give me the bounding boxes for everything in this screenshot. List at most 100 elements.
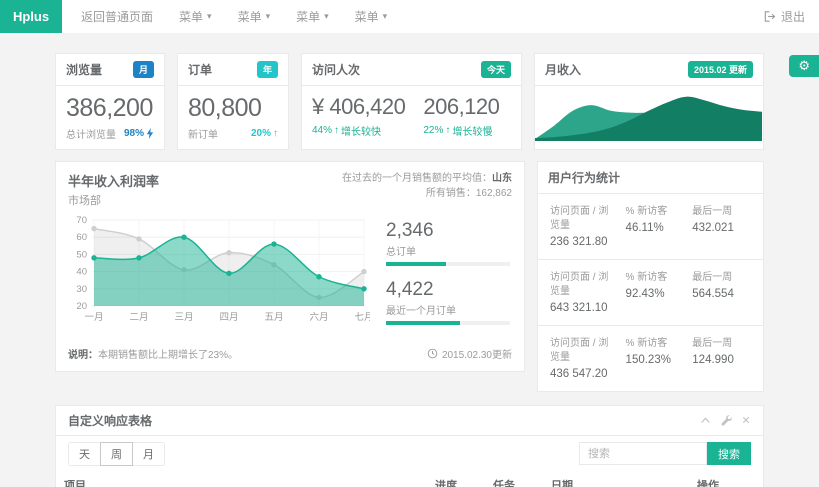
nav-right: 退出 — [763, 0, 819, 33]
range-button-day[interactable]: 天 — [68, 442, 101, 466]
logout-label: 退出 — [781, 8, 805, 25]
stat-value: 150.23% — [626, 354, 685, 366]
menu-dropdown-4[interactable]: 菜单▾ — [342, 8, 401, 25]
back-home-link[interactable]: 返回普通页面 — [68, 8, 166, 25]
stat-value: 46.11% — [626, 222, 685, 234]
svg-text:二月: 二月 — [129, 312, 148, 323]
stat-label: 新订单 — [188, 126, 218, 141]
col-header-project[interactable]: 项目 — [56, 472, 427, 487]
stat-value: 386,200 — [66, 94, 154, 123]
stat-delta: 20% ↑ — [251, 128, 278, 139]
logout-link[interactable]: 退出 — [763, 8, 805, 25]
range-button-month[interactable]: 月 — [132, 442, 165, 466]
profit-chart: 203040506070一月二月三月四月五月六月七月 — [68, 212, 370, 324]
stat-label: % 新访客 — [626, 337, 685, 351]
visits-col-1: ¥ 406,420 44% ↑ 增长较快 — [312, 94, 405, 138]
projects-table: 项目 进度 任务 日期 操作 米莫说 | MiMO Show — [56, 472, 763, 487]
sign-out-icon — [763, 10, 776, 23]
chart-heading: 半年收入利润率 市场部 — [68, 171, 159, 208]
menu-dropdown-3[interactable]: 菜单▾ — [283, 8, 342, 25]
total-orders-value: 2,346 — [386, 220, 510, 242]
period-badge[interactable]: 今天 — [481, 61, 511, 78]
top-navbar: Hplus 返回普通页面 菜单▾ 菜单▾ 菜单▾ 菜单▾ 退出 — [0, 0, 819, 33]
search-input[interactable] — [579, 442, 707, 465]
visits-col-2: 206,120 22% ↑ 增长较慢 — [423, 94, 499, 138]
col-header-task[interactable]: 任务 — [485, 472, 543, 487]
panel-title: 用户行为统计 — [548, 169, 620, 186]
menu-dropdown-1[interactable]: 菜单▾ — [166, 8, 225, 25]
up-arrow-icon: ↑ — [334, 125, 339, 136]
theme-settings-button[interactable]: ⚙ — [789, 55, 819, 77]
total-orders-label: 总订单 — [386, 243, 510, 258]
panel-tools — [700, 414, 751, 426]
menu-label: 菜单 — [355, 8, 379, 25]
svg-text:一月: 一月 — [84, 312, 103, 323]
card-orders: 订单 年 80,800 新订单 20% ↑ — [177, 53, 289, 150]
stat-value: 206,120 — [423, 94, 499, 119]
col-header-action[interactable]: 操作 — [689, 472, 763, 487]
svg-text:20: 20 — [76, 301, 87, 312]
range-button-group: 天 周 月 — [68, 442, 165, 466]
menu-dropdown-2[interactable]: 菜单▾ — [225, 8, 284, 25]
svg-text:60: 60 — [76, 232, 87, 243]
stat-delta: 98% — [124, 128, 154, 139]
stat-value: 643 321.10 — [550, 302, 618, 314]
stat-delta: 44% ↑ 增长较快 — [312, 123, 405, 138]
svg-text:五月: 五月 — [264, 312, 283, 323]
chart-updated: 2015.02.30更新 — [427, 346, 512, 361]
total-orders-progress — [386, 262, 510, 266]
stat-label: % 新访客 — [626, 205, 685, 219]
app-logo[interactable]: Hplus — [0, 0, 62, 33]
stat-label: 总计浏览量 — [66, 126, 116, 141]
card-title: 访问人次 — [312, 61, 360, 78]
chevron-down-icon: ▾ — [324, 11, 329, 22]
chart-title: 半年收入利润率 — [68, 171, 159, 190]
chart-subtitle: 市场部 — [68, 192, 159, 208]
chart-info: 在过去的一个月销售额的平均值：山东 所有销售：162,862 — [342, 171, 512, 208]
panel-title: 自定义响应表格 — [68, 412, 152, 429]
period-badge[interactable]: 年 — [257, 61, 278, 78]
user-stats-row: 访问页面 / 浏览量643 321.10 % 新访客92.43% 最后一周564… — [538, 260, 763, 326]
month-orders-label: 最近一个月订单 — [386, 302, 510, 317]
bolt-icon — [146, 128, 154, 139]
gear-icon: ⚙ — [798, 58, 810, 73]
nav-links: 返回普通页面 菜单▾ 菜单▾ 菜单▾ 菜单▾ — [62, 0, 400, 33]
menu-label: 菜单 — [238, 8, 262, 25]
range-button-week[interactable]: 周 — [100, 442, 133, 466]
col-header-date[interactable]: 日期 — [543, 472, 689, 487]
svg-text:30: 30 — [76, 284, 87, 295]
stat-value: ¥ 406,420 — [312, 94, 405, 119]
chart-note: 说明：本期销售额比上期增长了23%。 — [68, 346, 238, 361]
period-badge[interactable]: 月 — [133, 61, 154, 78]
user-stats-row: 访问页面 / 浏览量436 547.20 % 新访客150.23% 最后一周12… — [538, 326, 763, 391]
svg-text:三月: 三月 — [174, 312, 193, 323]
stat-value: 236 321.80 — [550, 236, 618, 248]
collapse-icon[interactable] — [700, 415, 711, 425]
up-arrow-icon: ↑ — [273, 128, 278, 139]
search-group: 搜索 — [579, 442, 751, 465]
stat-cards-row: 浏览量 月 386,200 总计浏览量 98% 订单 年 80, — [55, 53, 764, 150]
card-title: 订单 — [188, 61, 212, 78]
card-monthly-income: 月收入 2015.02 更新 — [534, 53, 764, 150]
page-content: 浏览量 月 386,200 总计浏览量 98% 订单 年 80, — [0, 33, 819, 487]
col-header-progress[interactable]: 进度 — [427, 472, 485, 487]
clock-icon — [427, 348, 438, 359]
stat-label: % 新访客 — [626, 271, 685, 285]
search-button[interactable]: 搜索 — [707, 442, 751, 465]
menu-label: 菜单 — [179, 8, 203, 25]
card-page-views: 浏览量 月 386,200 总计浏览量 98% — [55, 53, 165, 150]
close-icon[interactable] — [741, 415, 751, 425]
card-title: 浏览量 — [66, 61, 102, 78]
stat-value: 80,800 — [188, 94, 278, 123]
income-mini-chart — [535, 86, 762, 141]
card-title: 月收入 — [545, 61, 581, 78]
profit-chart-panel: 半年收入利润率 市场部 在过去的一个月销售额的平均值：山东 所有销售：162,8… — [55, 161, 525, 372]
stat-value: 432.021 — [692, 222, 751, 234]
month-orders-progress — [386, 321, 510, 325]
wrench-icon[interactable] — [720, 414, 732, 426]
table-toolbar: 天 周 月 搜索 — [56, 436, 763, 472]
month-orders-value: 4,422 — [386, 279, 510, 301]
stat-label: 访问页面 / 浏览量 — [550, 337, 618, 365]
stat-label: 最后一周 — [692, 205, 751, 219]
updated-badge[interactable]: 2015.02 更新 — [688, 61, 753, 78]
